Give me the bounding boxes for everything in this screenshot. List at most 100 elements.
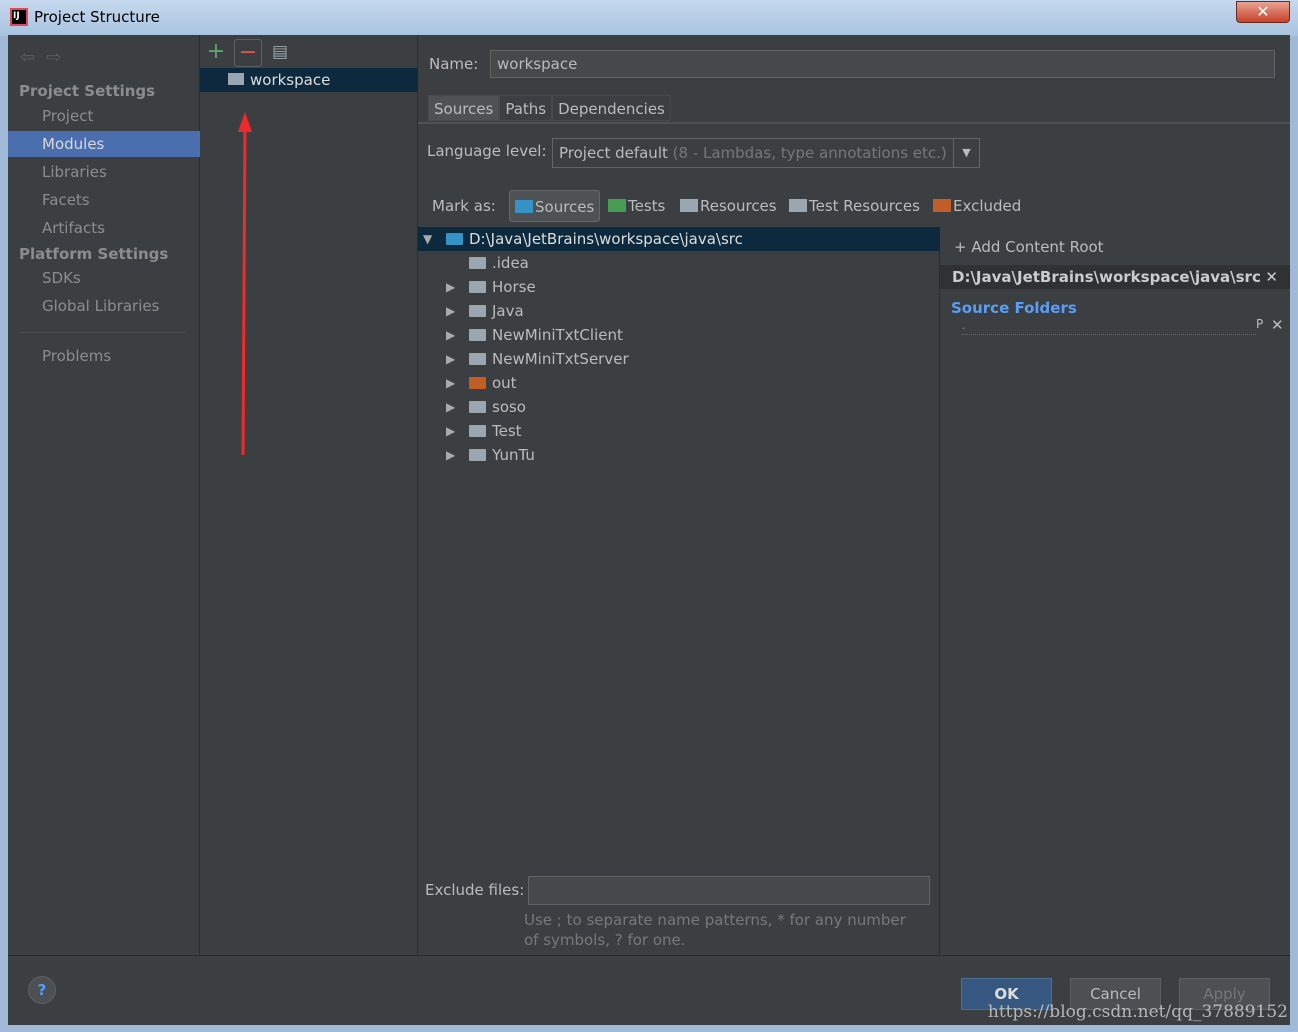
sidebar-item-artifacts[interactable]: Artifacts — [8, 215, 200, 241]
tree-item-label: YunTu — [492, 446, 535, 464]
sidebar-item-problems[interactable]: Problems — [8, 343, 200, 369]
tree-item-label: NewMiniTxtServer — [492, 350, 629, 368]
tree-item[interactable]: ▶ NewMiniTxtClient — [418, 323, 940, 347]
source-folder-entry[interactable]: . — [962, 322, 1256, 335]
name-field[interactable]: workspace — [490, 50, 1275, 78]
forward-icon[interactable]: ⇨ — [47, 47, 62, 68]
section-project-settings: Project Settings — [19, 82, 156, 100]
mark-test-resources-button[interactable]: Test Resources — [789, 190, 920, 222]
module-item-workspace[interactable]: workspace — [200, 68, 418, 92]
module-label: workspace — [250, 71, 331, 89]
tree-item[interactable]: .idea — [418, 251, 940, 275]
content-root-path: D:\Java\JetBrains\workspace\java\src — [952, 268, 1261, 286]
tree-item[interactable]: ▶ Test — [418, 419, 940, 443]
expand-right-icon[interactable]: ▶ — [446, 443, 455, 467]
content-root-panel: + Add Content Root D:\Java\JetBrains\wor… — [940, 227, 1290, 955]
add-icon[interactable]: + — [202, 39, 230, 67]
tab-bar: Sources Paths Dependencies — [428, 95, 671, 121]
mark-sources-button[interactable]: Sources — [509, 190, 601, 222]
sidebar-item-global-libraries[interactable]: Global Libraries — [8, 293, 200, 319]
red-arrow-annotation — [238, 112, 252, 456]
exclude-hint: Use ; to separate name patterns, * for a… — [524, 911, 906, 949]
folder-icon — [469, 401, 486, 413]
expand-right-icon[interactable]: ▶ — [446, 323, 455, 347]
close-button[interactable]: ✕ — [1236, 1, 1290, 23]
sources-folder-icon — [515, 200, 533, 213]
test-resources-folder-icon — [789, 199, 807, 212]
folder-icon — [469, 281, 486, 293]
tab-paths[interactable]: Paths — [499, 95, 553, 121]
back-icon[interactable]: ⇦ — [20, 47, 35, 68]
tab-dependencies[interactable]: Dependencies — [552, 95, 671, 121]
divider — [20, 332, 185, 333]
add-content-root-button[interactable]: + Add Content Root — [954, 238, 1104, 256]
exclude-files-label: Exclude files: — [425, 881, 525, 899]
folder-icon — [469, 257, 486, 269]
intellij-icon: IJ — [10, 8, 28, 26]
language-level-dropdown[interactable]: Project default (8 - Lambdas, type annot… — [552, 138, 980, 168]
expand-right-icon[interactable]: ▶ — [446, 395, 455, 419]
tree-item[interactable]: ▶ NewMiniTxtServer — [418, 347, 940, 371]
remove-source-icon[interactable]: ✕ — [1271, 316, 1284, 334]
chevron-down-icon[interactable]: ▼ — [953, 139, 979, 167]
module-list-panel: + − ▤ workspace — [200, 35, 418, 955]
tree-item-label: out — [492, 374, 517, 392]
tab-sources[interactable]: Sources — [428, 95, 500, 121]
mark-as-label: Mark as: — [432, 197, 496, 215]
tree-item[interactable]: ▶ soso — [418, 395, 940, 419]
properties-icon[interactable]: P — [1256, 317, 1263, 331]
expand-right-icon[interactable]: ▶ — [446, 371, 455, 395]
sidebar-item-facets[interactable]: Facets — [8, 187, 200, 213]
tree-item[interactable]: ▶ Java — [418, 299, 940, 323]
sidebar-item-libraries[interactable]: Libraries — [8, 159, 200, 185]
expand-down-icon[interactable]: ▼ — [423, 227, 432, 251]
remove-icon[interactable]: − — [234, 39, 262, 67]
excluded-folder-icon — [933, 199, 951, 212]
sidebar: ⇦ ⇨ Project Settings Project Modules Lib… — [8, 35, 200, 955]
tree-item-label: .idea — [492, 254, 529, 272]
folder-icon — [469, 329, 486, 341]
folder-icon — [469, 377, 486, 389]
tree-item-label: soso — [492, 398, 526, 416]
tree-root[interactable]: ▼ D:\Java\JetBrains\workspace\java\src — [418, 227, 940, 251]
mark-tests-button[interactable]: Tests — [608, 190, 665, 222]
source-tree: ▼ D:\Java\JetBrains\workspace\java\src .… — [418, 227, 940, 955]
folder-icon — [446, 233, 463, 245]
help-button[interactable]: ? — [28, 976, 56, 1004]
mark-excluded-button[interactable]: Excluded — [933, 190, 1021, 222]
folder-icon — [469, 305, 486, 317]
sidebar-item-modules[interactable]: Modules — [8, 131, 200, 157]
exclude-files-field[interactable] — [528, 876, 930, 905]
close-icon[interactable]: ✕ — [1265, 265, 1278, 289]
content-root-header: D:\Java\JetBrains\workspace\java\src ✕ — [940, 265, 1290, 289]
expand-right-icon[interactable]: ▶ — [446, 299, 455, 323]
folder-icon — [469, 425, 486, 437]
tree-item-label: Java — [492, 302, 524, 320]
nav-arrows: ⇦ ⇨ — [20, 47, 62, 68]
expand-right-icon[interactable]: ▶ — [446, 419, 455, 443]
window-title: Project Structure — [34, 8, 160, 26]
tree-item-label: Horse — [492, 278, 536, 296]
tree-item-label: NewMiniTxtClient — [492, 326, 623, 344]
tree-item[interactable]: ▶ Horse — [418, 275, 940, 299]
sidebar-item-sdks[interactable]: SDKs — [8, 265, 200, 291]
folder-icon — [469, 353, 486, 365]
tree-item-label: Test — [492, 422, 522, 440]
module-settings: Name: workspace Sources Paths Dependencies… — [418, 35, 1290, 955]
name-label: Name: — [429, 55, 479, 73]
language-value: Project default — [559, 144, 668, 162]
mark-resources-button[interactable]: Resources — [680, 190, 777, 222]
watermark: https://blog.csdn.net/qq_37889152 — [987, 1002, 1288, 1022]
tests-folder-icon — [608, 199, 626, 212]
tree-item[interactable]: ▶ YunTu — [418, 443, 940, 467]
expand-right-icon[interactable]: ▶ — [446, 347, 455, 371]
language-hint: (8 - Lambdas, type annotations etc.) — [672, 144, 947, 162]
tree-item[interactable]: ▶ out — [418, 371, 940, 395]
expand-right-icon[interactable]: ▶ — [446, 275, 455, 299]
sidebar-item-project[interactable]: Project — [8, 103, 200, 129]
title-bar: IJ Project Structure ✕ — [0, 0, 1298, 36]
module-folder-icon — [228, 73, 244, 85]
tab-divider — [418, 122, 1290, 124]
copy-icon[interactable]: ▤ — [266, 39, 294, 67]
tree-root-label: D:\Java\JetBrains\workspace\java\src — [469, 230, 743, 248]
